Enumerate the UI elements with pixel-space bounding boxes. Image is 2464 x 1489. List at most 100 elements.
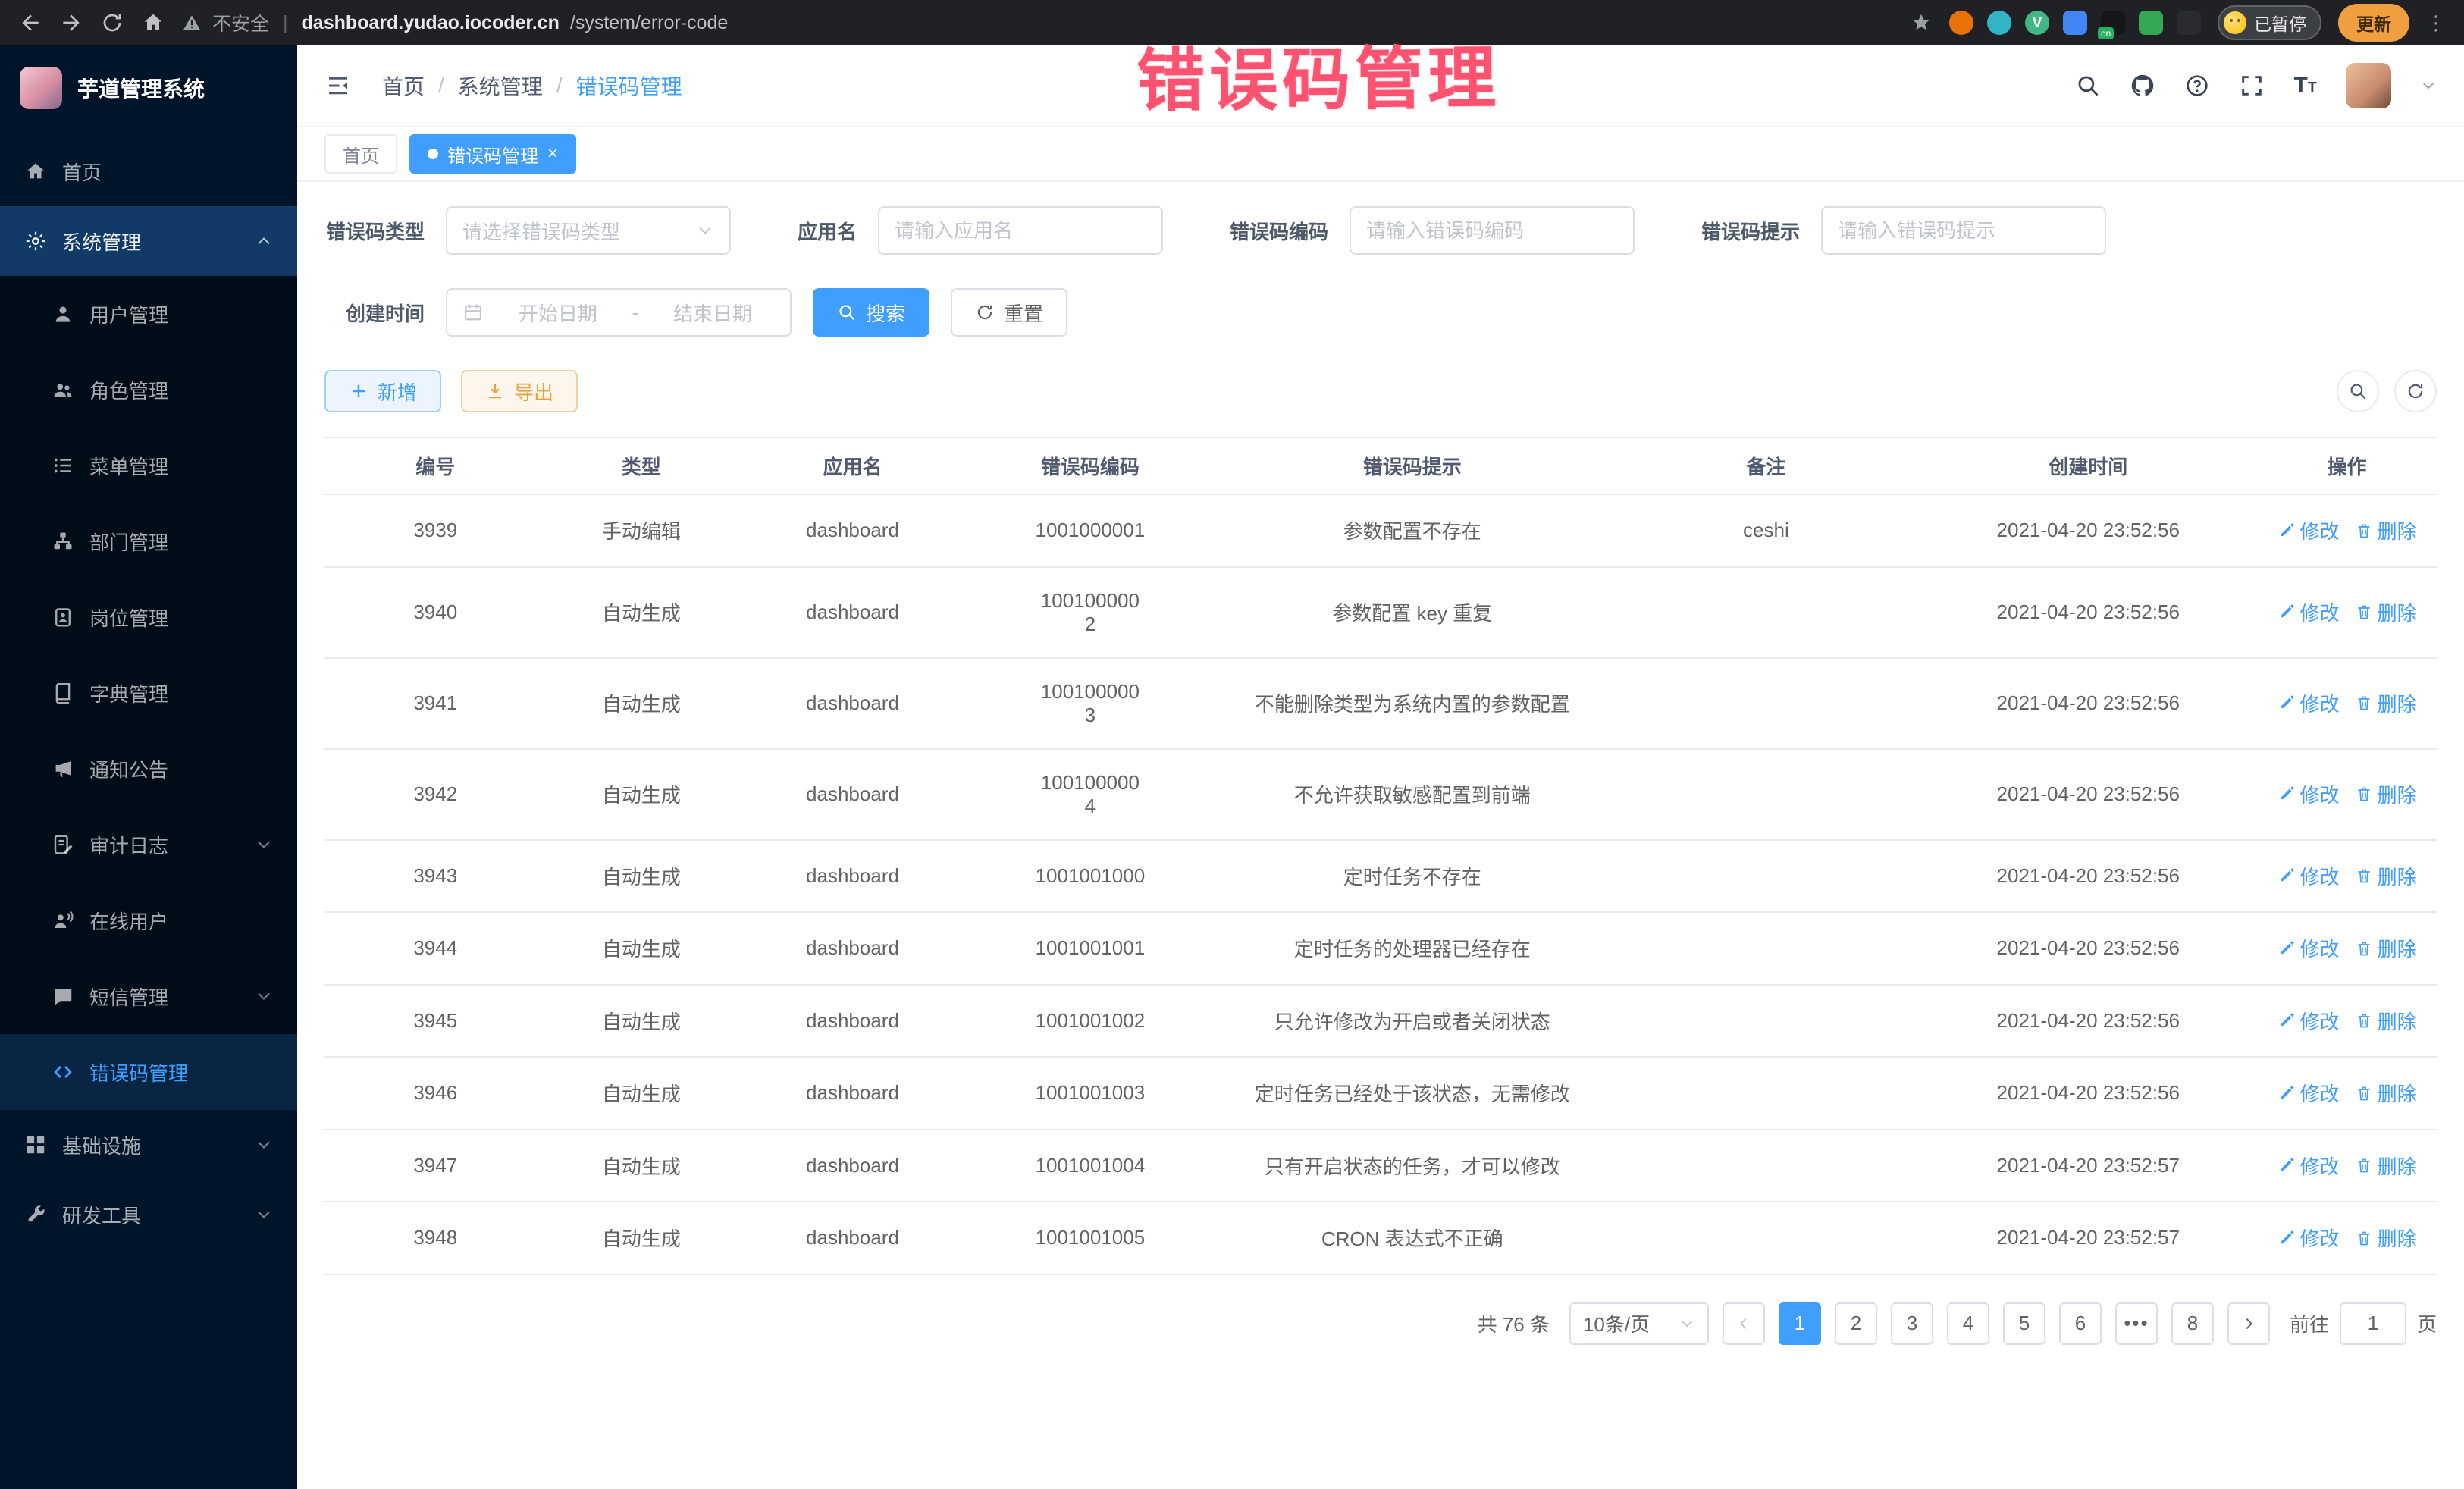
search-icon[interactable] [2075,73,2101,99]
edit-link[interactable]: 修改 [2277,1152,2340,1180]
delete-link[interactable]: 删除 [2355,1224,2417,1252]
date-range-picker[interactable]: 开始日期 - 结束日期 [446,288,792,337]
sidebar-item[interactable]: 审计日志 [0,807,297,882]
message-icon [52,985,74,1008]
extension-icon[interactable] [2063,11,2087,35]
filter-label: 错误码编码 [1230,217,1328,245]
pagination: 共 76 条 10条/页 123456•••8 前往 页 [324,1302,2437,1345]
error-code-input[interactable] [1350,206,1635,255]
page-button[interactable]: 3 [1891,1302,1933,1345]
chevron-down-icon[interactable] [2420,77,2437,94]
delete-link[interactable]: 删除 [2355,1079,2417,1107]
sidebar-item[interactable]: 研发工具 [0,1180,297,1249]
tab-active[interactable]: 错误码管理× [409,134,576,174]
page-size-select[interactable]: 10条/页 [1569,1302,1709,1345]
table-refresh-icon[interactable] [2394,370,2437,412]
reset-button[interactable]: 重置 [951,288,1067,337]
next-page-button[interactable] [2227,1302,2270,1345]
sidebar-item[interactable]: 通知公告 [0,731,297,807]
forward-icon[interactable] [59,11,83,35]
error-hint-input[interactable] [1821,206,2106,255]
font-size-icon[interactable]: TT [2293,74,2317,97]
browser-home-icon[interactable] [141,11,165,35]
reload-icon[interactable] [100,11,124,35]
extension-icon[interactable] [1987,11,2011,35]
browser-update-button[interactable]: 更新 [2338,4,2409,42]
browser-menu-icon[interactable]: ⋮ [2426,11,2446,35]
page-button[interactable]: 2 [1835,1302,1877,1345]
delete-link[interactable]: 删除 [2355,934,2417,962]
cell-code: 1001001003 [969,1057,1212,1130]
table-row: 3943自动生成dashboard1001001000定时任务不存在2021-0… [324,840,2437,913]
error-type-select[interactable]: 请选择错误码类型 [446,206,731,255]
sidebar-item[interactable]: 菜单管理 [0,428,297,503]
edit-link[interactable]: 修改 [2277,780,2340,808]
sidebar-item[interactable]: 岗位管理 [0,579,297,655]
breadcrumb-system[interactable]: 系统管理 [458,71,543,101]
table-search-icon[interactable] [2337,370,2379,412]
sidebar-item[interactable]: 部门管理 [0,503,297,579]
help-icon[interactable] [2184,73,2210,99]
delete-link[interactable]: 删除 [2355,780,2417,808]
extension-icon[interactable]: on [2101,11,2125,35]
extension-on-badge: on [2098,27,2114,39]
page-button[interactable]: 8 [2171,1302,2214,1345]
fullscreen-icon[interactable] [2239,73,2265,99]
edit-link[interactable]: 修改 [2277,516,2340,544]
app-name-input[interactable] [878,206,1163,255]
extension-icon[interactable] [1949,11,1973,35]
filter-create-time: 创建时间 开始日期 - 结束日期 [324,288,792,337]
user-avatar[interactable] [2346,63,2391,108]
page-button[interactable]: 5 [2003,1302,2045,1345]
delete-link[interactable]: 删除 [2355,1007,2417,1035]
edit-link[interactable]: 修改 [2277,1079,2340,1107]
extension-icon[interactable] [2139,11,2163,35]
page-button[interactable]: 6 [2059,1302,2102,1345]
delete-link[interactable]: 删除 [2355,516,2417,544]
address-bar[interactable]: 不安全 | dashboard.yudao.iocoder.cn/system/… [182,9,1933,36]
page-button[interactable]: 1 [1779,1302,1821,1345]
tab-close-icon[interactable]: × [547,145,558,163]
sidebar-item[interactable]: 用户管理 [0,276,297,352]
sidebar-item[interactable]: 错误码管理 [0,1034,297,1110]
search-button[interactable]: 搜索 [813,288,929,337]
cell-code: 1001001005 [969,1202,1212,1274]
add-button[interactable]: 新增 [324,370,441,412]
select-placeholder: 请选择错误码类型 [462,217,620,245]
sidebar-item[interactable]: 角色管理 [0,352,297,428]
extension-icon[interactable] [2177,11,2201,35]
page-more-button[interactable]: ••• [2115,1302,2158,1345]
prev-page-button[interactable] [1723,1302,1765,1345]
delete-link[interactable]: 删除 [2355,598,2417,626]
sidebar-item[interactable]: 在线用户 [0,882,297,958]
sidebar-item[interactable]: 系统管理 [0,206,297,276]
goto-page-input[interactable] [2340,1302,2406,1345]
edit-link[interactable]: 修改 [2277,689,2340,717]
edit-link[interactable]: 修改 [2277,1224,2340,1252]
back-icon[interactable] [18,11,42,35]
cell-app: dashboard [736,912,968,985]
tab[interactable]: 首页 [324,134,397,174]
bookmark-star-icon[interactable] [1910,11,1933,34]
edit-link[interactable]: 修改 [2277,862,2340,890]
delete-link[interactable]: 删除 [2355,1152,2417,1180]
breadcrumb-home[interactable]: 首页 [382,71,425,101]
cell-actions: 修改删除 [2257,985,2437,1058]
delete-link[interactable]: 删除 [2355,862,2417,890]
page-button[interactable]: 4 [1947,1302,1989,1345]
menu-fold-icon[interactable] [324,72,352,99]
sidebar-item[interactable]: 短信管理 [0,958,297,1034]
github-icon[interactable] [2130,73,2155,99]
edit-link[interactable]: 修改 [2277,1007,2340,1035]
sidebar-item[interactable]: 基础设施 [0,1110,297,1180]
extension-icon[interactable]: V [2025,11,2049,35]
sidebar-item[interactable]: 首页 [0,136,297,206]
profile-paused-chip[interactable]: 已暂停 [2218,5,2321,40]
sidebar-item[interactable]: 字典管理 [0,655,297,731]
export-button[interactable]: 导出 [461,370,578,412]
edit-link[interactable]: 修改 [2277,934,2340,962]
app-logo[interactable]: 芋道管理系统 [0,45,297,130]
edit-link[interactable]: 修改 [2277,598,2340,626]
cell-message: CRON 表达式不正确 [1212,1202,1613,1274]
delete-link[interactable]: 删除 [2355,689,2417,717]
